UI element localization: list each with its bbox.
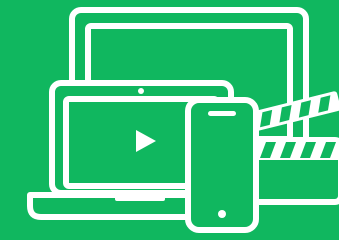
smartphone-icon — [185, 97, 259, 233]
devices-illustration — [0, 0, 339, 240]
illustration-svg — [0, 0, 339, 240]
